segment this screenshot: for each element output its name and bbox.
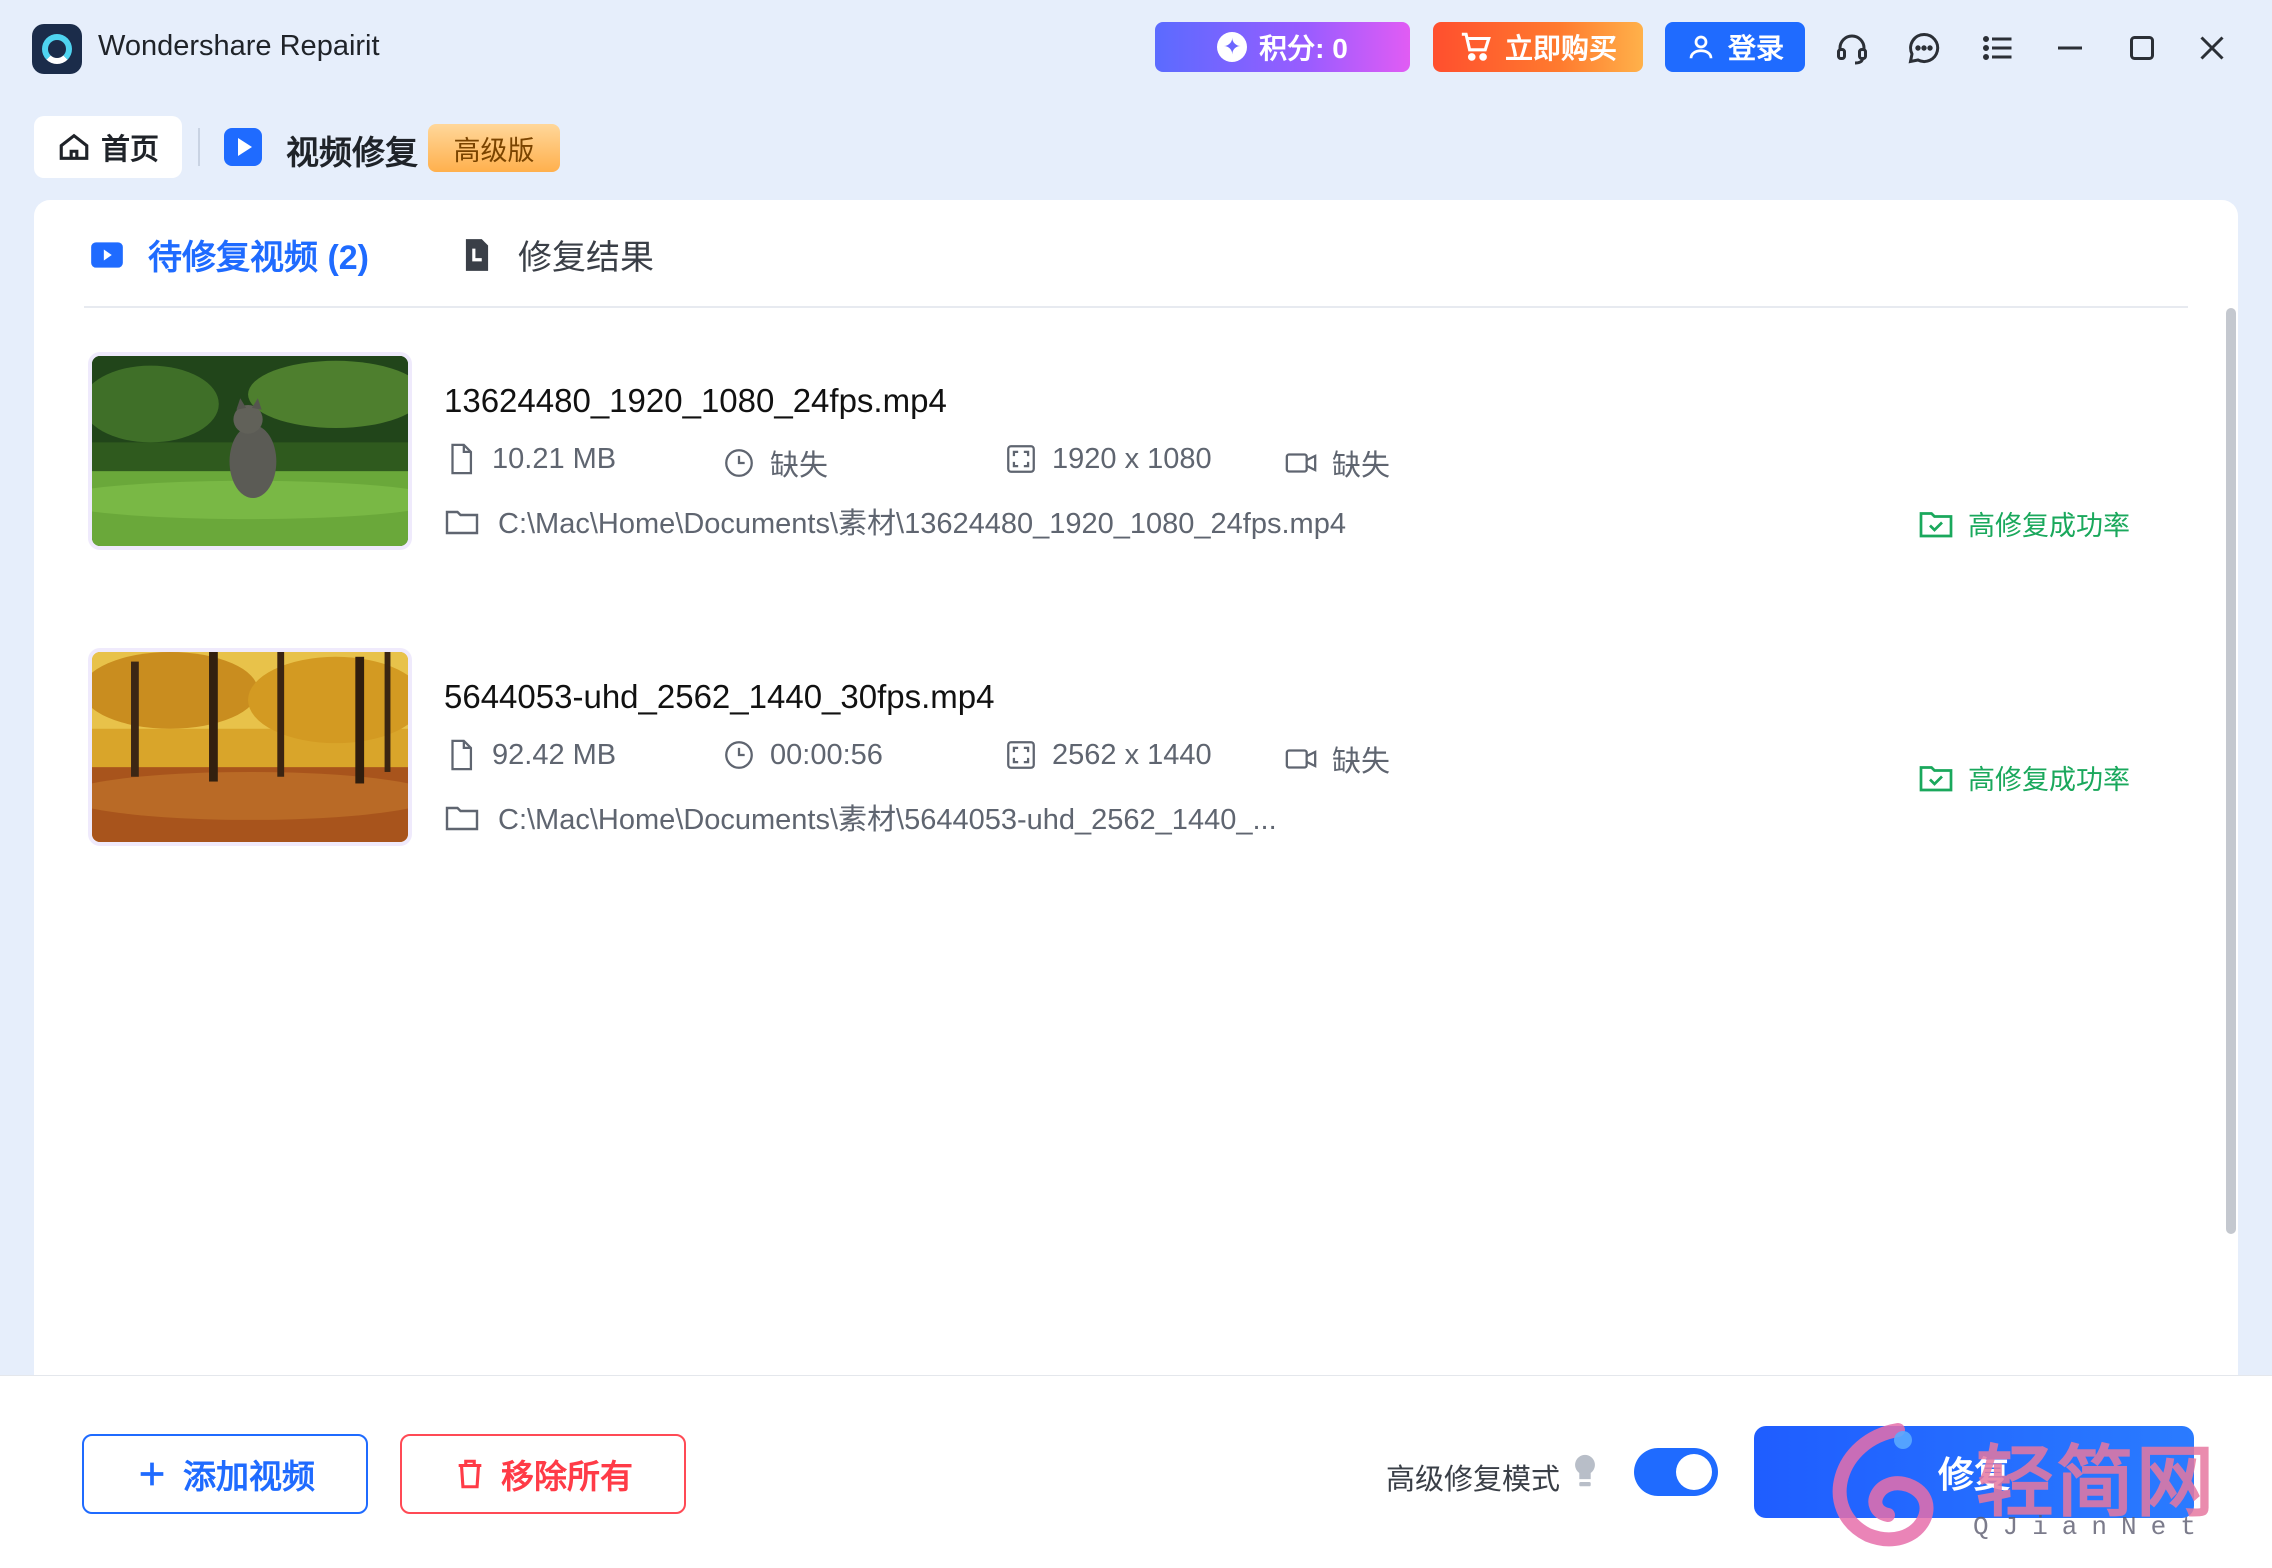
buy-now-button[interactable]: 立即购买 <box>1433 22 1643 72</box>
repair-success-status: 高修复成功率 <box>1918 504 2130 543</box>
advanced-mode-toggle[interactable] <box>1634 1448 1718 1496</box>
repair-button[interactable]: 修复 <box>1754 1426 2194 1518</box>
video-path: C:\Mac\Home\Documents\素材\13624480_1920_1… <box>444 500 1346 542</box>
plus-icon <box>140 1462 164 1486</box>
video-duration-value: 缺失 <box>770 450 829 482</box>
video-resolution-value: 2562 x 1440 <box>1052 738 1212 771</box>
bottom-action-bar: 添加视频 移除所有 高级修复模式 修复 <box>0 1375 2272 1568</box>
video-path: C:\Mac\Home\Documents\素材\5644053-uhd_256… <box>444 796 1277 838</box>
tab-results-label: 修复结果 <box>518 239 654 277</box>
video-size-value: 92.42 MB <box>492 738 617 771</box>
title-bar: Wondershare Repairit ✦ 积分: 0 立即购买 登录 <box>0 0 2272 96</box>
resolution-icon <box>1007 741 1035 769</box>
video-repair-icon <box>224 128 262 166</box>
camera-icon <box>1285 453 1317 473</box>
toggle-knob <box>1676 1454 1712 1490</box>
trash-icon <box>458 1459 482 1489</box>
video-path-value: C:\Mac\Home\Documents\素材\5644053-uhd_256… <box>498 804 1277 836</box>
video-size-value: 10.21 MB <box>492 442 617 475</box>
points-label: 积分: 0 <box>1259 33 1348 64</box>
repair-success-label: 高修复成功率 <box>1968 511 2130 541</box>
video-codec-value: 缺失 <box>1332 450 1391 482</box>
video-repair-tab-label[interactable]: 视频修复 <box>286 126 418 174</box>
clock-icon <box>725 741 753 769</box>
video-size: 92.42 MB <box>444 738 616 772</box>
tab-divider <box>198 128 200 166</box>
tab-pending-videos[interactable]: 待修复视频 (2) <box>88 230 369 279</box>
video-resolution: 2562 x 1440 <box>1004 738 1212 772</box>
video-resolution-value: 1920 x 1080 <box>1052 442 1212 475</box>
add-video-label: 添加视频 <box>183 1458 315 1495</box>
video-file-name: 13624480_1920_1080_24fps.mp4 <box>444 382 947 419</box>
main-panel: 待修复视频 (2) 修复结果 13624480_1920_1080_24fps.… <box>34 200 2238 1375</box>
video-codec: 缺失 <box>1284 442 1390 484</box>
menu-list-icon[interactable] <box>1976 26 2020 70</box>
video-list-item[interactable]: 5644053-uhd_2562_1440_30fps.mp4 92.42 MB… <box>88 648 2188 858</box>
login-label: 登录 <box>1727 33 1784 64</box>
video-duration: 缺失 <box>722 442 828 484</box>
clock-icon <box>725 449 753 477</box>
video-resolution: 1920 x 1080 <box>1004 442 1212 476</box>
app-title: Wondershare Repairit <box>98 30 380 62</box>
success-check-icon <box>1919 511 1953 537</box>
close-icon[interactable] <box>2190 26 2234 70</box>
folder-icon <box>445 806 479 831</box>
cart-icon <box>1461 32 1491 61</box>
resolution-icon <box>1007 445 1035 473</box>
home-tab-label: 首页 <box>100 134 159 166</box>
repair-success-status: 高修复成功率 <box>1918 758 2130 797</box>
points-button[interactable]: ✦ 积分: 0 <box>1155 22 1410 72</box>
buy-now-label: 立即购买 <box>1504 33 1617 64</box>
tab-divider-line <box>84 306 2188 308</box>
folder-icon <box>445 510 479 535</box>
video-duration: 00:00:56 <box>722 738 883 772</box>
user-icon <box>1689 35 1713 59</box>
success-check-icon <box>1919 765 1953 791</box>
home-icon <box>59 133 89 160</box>
remove-all-button[interactable]: 移除所有 <box>400 1434 686 1514</box>
login-button[interactable]: 登录 <box>1665 22 1805 72</box>
lightbulb-icon[interactable] <box>1570 1452 1600 1492</box>
advanced-mode-label: 高级修复模式 <box>1386 1464 1561 1496</box>
video-size: 10.21 MB <box>444 442 616 476</box>
remove-all-label: 移除所有 <box>501 1458 633 1495</box>
home-tab[interactable]: 首页 <box>34 116 182 178</box>
add-video-button[interactable]: 添加视频 <box>82 1434 368 1514</box>
file-icon <box>451 443 473 475</box>
maximize-icon[interactable] <box>2120 26 2164 70</box>
minimize-icon[interactable] <box>2048 26 2092 70</box>
feedback-chat-icon[interactable] <box>1902 26 1946 70</box>
video-duration-value: 00:00:56 <box>770 738 883 771</box>
tab-repair-results[interactable]: 修复结果 <box>458 230 654 279</box>
app-logo-icon <box>32 24 82 74</box>
video-list-item[interactable]: 13624480_1920_1080_24fps.mp4 10.21 MB 缺失… <box>88 352 2188 562</box>
list-scrollbar[interactable] <box>2226 308 2236 1234</box>
video-codec: 缺失 <box>1284 738 1390 780</box>
video-thumbnail-cat <box>88 352 412 550</box>
video-file-name: 5644053-uhd_2562_1440_30fps.mp4 <box>444 678 995 715</box>
result-document-icon <box>465 238 489 271</box>
repair-success-label: 高修复成功率 <box>1968 765 2130 795</box>
camera-icon <box>1285 749 1317 769</box>
video-thumbnail-forest <box>88 648 412 846</box>
file-icon <box>451 739 473 771</box>
video-path-value: C:\Mac\Home\Documents\素材\13624480_1920_1… <box>498 508 1346 540</box>
support-headset-icon[interactable] <box>1830 26 1874 70</box>
video-codec-value: 缺失 <box>1332 746 1391 778</box>
tab-pending-label: 待修复视频 (2) <box>148 239 369 277</box>
points-coin-icon: ✦ <box>1217 32 1248 62</box>
premium-badge: 高级版 <box>428 124 560 172</box>
video-file-icon <box>91 241 123 268</box>
